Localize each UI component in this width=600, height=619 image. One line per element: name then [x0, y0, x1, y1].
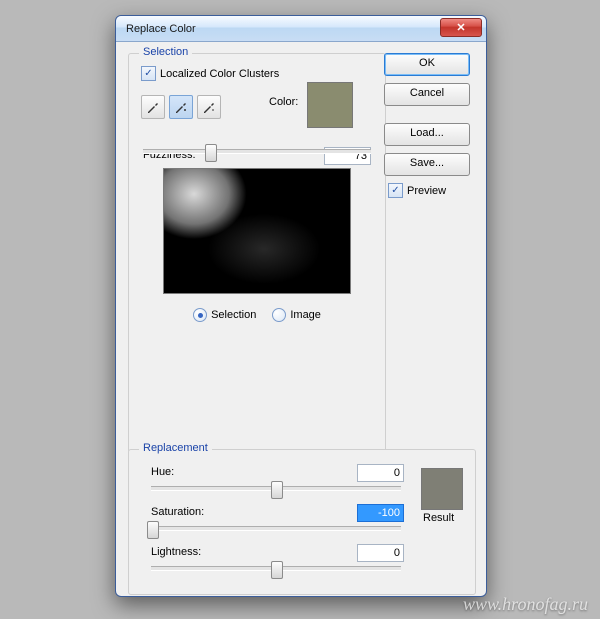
close-button[interactable]: ✕ — [440, 18, 482, 37]
selection-fieldset: Selection ✓ Localized Color Clusters Col… — [128, 53, 386, 453]
cancel-button[interactable]: Cancel — [384, 83, 470, 106]
preview-content — [164, 169, 350, 293]
result-swatch[interactable] — [421, 468, 463, 510]
ok-button[interactable]: OK — [384, 53, 470, 76]
side-buttons: OK Cancel Load... Save... ✓ Preview — [384, 53, 468, 198]
eyedropper-add-icon[interactable] — [169, 95, 193, 119]
hue-input[interactable]: 0 — [357, 464, 404, 482]
preview-mode-radios: Selection Image — [137, 308, 377, 322]
radio-image-input[interactable] — [272, 308, 286, 322]
lightness-thumb[interactable] — [271, 561, 283, 579]
saturation-thumb[interactable] — [147, 521, 159, 539]
replacement-legend: Replacement — [139, 442, 212, 454]
hue-thumb[interactable] — [271, 481, 283, 499]
radio-image-label: Image — [290, 309, 321, 321]
fuzziness-slider[interactable] — [143, 149, 371, 154]
eyedropper-subtract-icon[interactable] — [197, 95, 221, 119]
color-label: Color: — [269, 96, 298, 108]
radio-image[interactable]: Image — [272, 308, 321, 322]
dialog-content: Selection ✓ Localized Color Clusters Col… — [116, 41, 486, 596]
saturation-row: Saturation: -100 — [137, 502, 467, 534]
lightness-label: Lightness: — [151, 546, 201, 558]
load-button[interactable]: Load... — [384, 123, 470, 146]
lightness-row: Lightness: 0 — [137, 542, 467, 574]
lightness-slider[interactable] — [151, 566, 401, 571]
hue-label: Hue: — [151, 466, 174, 478]
radio-selection-input[interactable] — [193, 308, 207, 322]
watermark: www.hronofag.ru — [463, 594, 588, 615]
localized-clusters-checkbox[interactable]: ✓ — [141, 66, 156, 81]
preview-checkbox[interactable]: ✓ — [388, 183, 403, 198]
replace-color-dialog: Replace Color ✕ Selection ✓ Localized Co… — [115, 15, 487, 597]
result-label: Result — [423, 512, 454, 524]
localized-clusters-row[interactable]: ✓ Localized Color Clusters — [137, 66, 377, 81]
titlebar[interactable]: Replace Color ✕ — [116, 16, 486, 42]
replacement-fieldset: Replacement Hue: 0 Saturation: -100 Ligh… — [128, 449, 476, 595]
lightness-input[interactable]: 0 — [357, 544, 404, 562]
radio-selection-label: Selection — [211, 309, 256, 321]
saturation-label: Saturation: — [151, 506, 204, 518]
save-button[interactable]: Save... — [384, 153, 470, 176]
localized-clusters-label: Localized Color Clusters — [160, 68, 279, 80]
selection-preview-image — [163, 168, 351, 294]
hue-slider[interactable] — [151, 486, 401, 491]
saturation-slider[interactable] — [151, 526, 401, 531]
saturation-input[interactable]: -100 — [357, 504, 404, 522]
fuzziness-thumb[interactable] — [205, 144, 217, 162]
window-title: Replace Color — [126, 23, 196, 35]
color-swatch[interactable] — [307, 82, 353, 128]
fuzziness-block: Fuzziness: 73 — [137, 149, 377, 154]
selection-legend: Selection — [139, 46, 192, 58]
close-icon: ✕ — [456, 21, 465, 34]
preview-label: Preview — [407, 185, 446, 197]
preview-row[interactable]: ✓ Preview — [384, 183, 468, 198]
eyedropper-icon[interactable] — [141, 95, 165, 119]
radio-selection[interactable]: Selection — [193, 308, 256, 322]
hue-row: Hue: 0 — [137, 462, 467, 494]
